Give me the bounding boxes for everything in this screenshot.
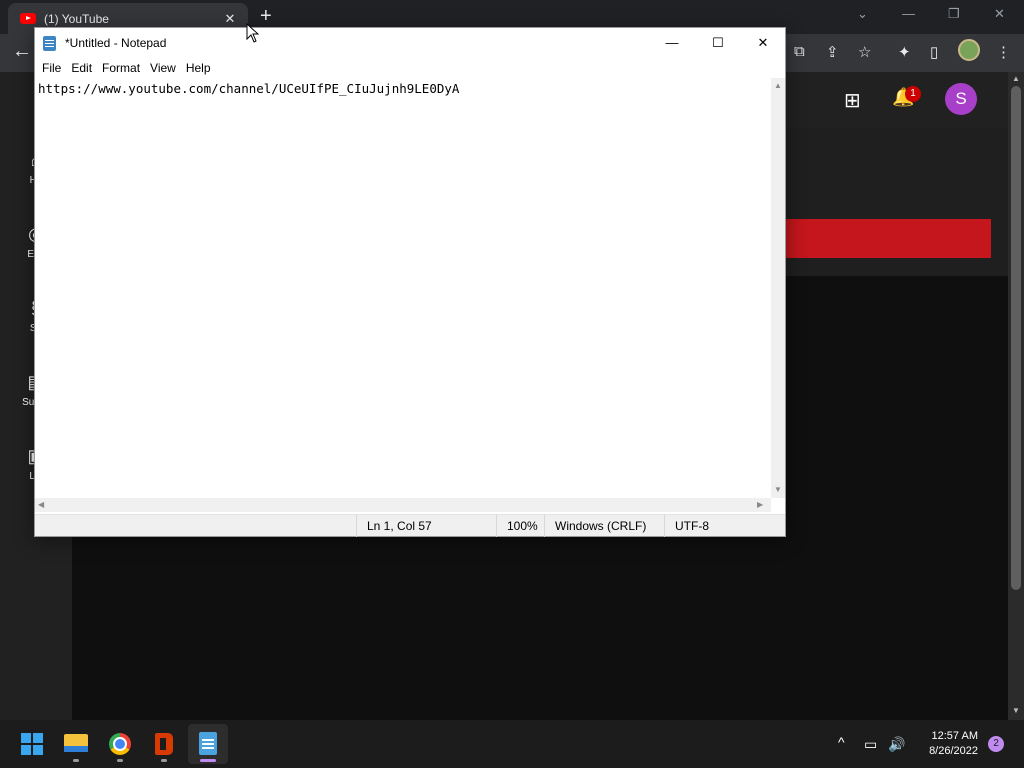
desktop: (1) YouTube ✕ + ⌄ — ❐ ✕ ← ⧉ ⇪ ☆ ✦ ▯ ⋮ ⌂ … [0,0,1024,768]
office-icon [155,733,173,755]
taskbar-file-explorer[interactable] [56,724,96,764]
line-ending: Windows (CRLF) [544,515,664,537]
folder-icon [64,734,88,752]
notepad-statusbar: Ln 1, Col 57 100% Windows (CRLF) UTF-8 [35,514,785,537]
cursor-position: Ln 1, Col 57 [356,515,496,537]
running-indicator [117,759,123,762]
youtube-favicon-icon [20,13,36,24]
windows-logo-icon [21,733,43,755]
taskbar-notepad[interactable] [188,724,228,764]
notepad-text-area[interactable]: https://www.youtube.com/channel/UCeUIfPE… [35,78,771,498]
notepad-close-button[interactable]: ✕ [740,28,786,58]
mouse-cursor-icon [246,23,260,43]
open-external-icon[interactable]: ⧉ [794,43,805,60]
notepad-vertical-scrollbar[interactable]: ▲ ▼ [771,78,785,498]
notepad-taskbar-icon [199,732,217,755]
windows-taskbar: ^ ▭ 🔊 12:57 AM 8/26/2022 [0,720,1024,768]
menu-view[interactable]: View [146,61,182,75]
notepad-icon [43,35,56,51]
notification-badge: 1 [905,86,921,102]
notification-center-badge[interactable]: 2 [988,736,1004,752]
scroll-up-icon[interactable]: ▲ [1008,74,1024,83]
notepad-window[interactable]: *Untitled - Notepad — ☐ ✕ File Edit Form… [34,27,786,537]
volume-icon[interactable]: 🔊 [888,736,905,753]
tab-search-icon[interactable]: ⌄ [857,6,868,22]
zoom-level: 100% [496,515,544,537]
share-icon[interactable]: ⇪ [826,43,839,61]
menu-help[interactable]: Help [182,61,217,75]
notepad-title: *Untitled - Notepad [65,36,167,50]
tray-chevron-icon[interactable]: ^ [838,734,845,750]
clock-time: 12:57 AM [931,730,978,742]
chrome-menu-icon[interactable]: ⋮ [996,43,1011,61]
running-indicator [161,759,167,762]
create-video-icon[interactable]: ⊞ [844,88,861,113]
bookmark-star-icon[interactable]: ☆ [858,43,871,61]
scroll-down-icon[interactable]: ▼ [774,485,782,494]
notepad-menubar: File Edit Format View Help [35,58,785,78]
menu-format[interactable]: Format [98,61,146,75]
tab-title: (1) YouTube [44,11,109,26]
menu-file[interactable]: File [38,61,67,75]
notepad-maximize-button[interactable]: ☐ [695,28,741,58]
notepad-horizontal-scrollbar[interactable]: ◀ ▶ [35,498,771,512]
clock-date: 8/26/2022 [929,745,978,757]
taskbar-chrome[interactable] [100,724,140,764]
taskbar-clock[interactable]: 12:57 AM 8/26/2022 [906,729,978,759]
tab-close-icon[interactable]: ✕ [222,11,238,27]
encoding: UTF-8 [664,515,784,537]
youtube-avatar[interactable]: S [945,83,977,115]
window-close-button[interactable]: ✕ [994,6,1005,22]
window-restore-button[interactable]: ❐ [948,6,960,22]
start-button[interactable] [12,724,52,764]
network-icon[interactable]: ▭ [864,736,877,753]
notepad-titlebar[interactable]: *Untitled - Notepad — ☐ ✕ [35,28,785,58]
chrome-icon [109,733,131,755]
active-indicator [200,759,216,762]
scroll-left-icon[interactable]: ◀ [38,500,44,509]
running-indicator [73,759,79,762]
menu-edit[interactable]: Edit [67,61,98,75]
new-tab-button[interactable]: + [260,6,272,26]
scroll-down-icon[interactable]: ▼ [1008,706,1024,715]
page-scrollbar[interactable]: ▲ ▼ [1008,72,1024,720]
window-minimize-button[interactable]: — [902,6,915,21]
extensions-puzzle-icon[interactable]: ✦ [898,43,911,61]
notepad-minimize-button[interactable]: — [649,28,695,58]
scroll-up-icon[interactable]: ▲ [774,81,782,90]
scrollbar-thumb[interactable] [1011,86,1021,590]
profile-avatar[interactable] [958,39,980,61]
youtube-red-banner [786,219,991,258]
taskbar-office[interactable] [144,724,184,764]
side-panel-icon[interactable]: ▯ [930,43,938,61]
back-arrow-icon[interactable]: ← [12,40,32,63]
scroll-right-icon[interactable]: ▶ [757,500,763,509]
